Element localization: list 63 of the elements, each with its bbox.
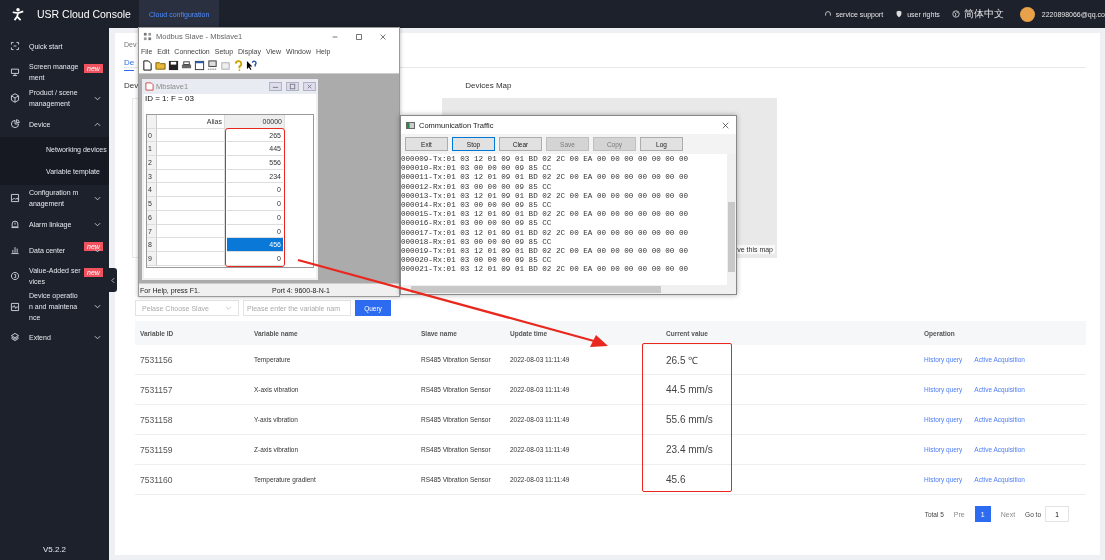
- alias-cell[interactable]: [157, 224, 225, 239]
- alias-cell[interactable]: [157, 251, 225, 266]
- cube-icon: [10, 93, 20, 103]
- alias-cell[interactable]: [157, 128, 225, 143]
- shield-icon: [895, 10, 904, 18]
- image-icon: [10, 193, 20, 203]
- monitor-icon: [10, 67, 20, 77]
- map-title: Devices Map: [465, 80, 512, 90]
- version-label: V5.2.2: [41, 545, 68, 554]
- alias-cell[interactable]: [157, 183, 225, 198]
- minimize-icon[interactable]: [269, 82, 282, 91]
- alarm-icon: [10, 219, 20, 229]
- globe-icon: [951, 10, 960, 18]
- app-title: USR Cloud Console: [37, 8, 131, 20]
- folder-icon[interactable]: [155, 60, 166, 71]
- header-link[interactable]: 简体中文: [963, 7, 1004, 21]
- table-cell-text: 44.5 mm/s: [665, 384, 714, 395]
- close-icon[interactable]: [303, 82, 316, 91]
- alias-cell[interactable]: [157, 238, 225, 252]
- grid-corner-cell: [147, 115, 157, 129]
- table-cell-text: 7531157: [139, 384, 174, 395]
- section-label: Dev: [124, 80, 139, 90]
- document-icon: [145, 82, 154, 91]
- table-cell-text: 7531156: [139, 354, 174, 365]
- horizontal-scrollbar[interactable]: [401, 285, 736, 294]
- new-document-icon[interactable]: [142, 60, 153, 71]
- layers-icon: [10, 332, 20, 342]
- alias-cell[interactable]: [157, 197, 225, 211]
- alias-cell[interactable]: [157, 169, 225, 184]
- maximize-icon[interactable]: [355, 32, 363, 41]
- table-cell-text: 7531160: [139, 474, 174, 485]
- collapse-button[interactable]: [109, 268, 117, 292]
- bar-chart-icon: [10, 245, 20, 255]
- coin-icon: [10, 271, 20, 281]
- table-cell-text: 55.6 mm/s: [665, 414, 714, 425]
- table-cell-text: 45.6: [665, 474, 687, 485]
- slave-id-label: ID = 1: F = 03: [144, 94, 195, 105]
- close-icon[interactable]: [379, 32, 387, 41]
- frame-icon: [10, 41, 20, 51]
- page-tab[interactable]: De: [124, 58, 135, 71]
- context-help-icon[interactable]: [246, 60, 257, 71]
- pie-chart-icon: [10, 119, 20, 129]
- avatar-icon[interactable]: [1019, 6, 1035, 22]
- monitor-icon[interactable]: [207, 60, 218, 71]
- alias-cell[interactable]: [157, 210, 225, 225]
- chevron-left-icon: [111, 276, 115, 284]
- table-cell-text: 26.5 ℃: [665, 353, 700, 367]
- chevron-down-icon: [225, 306, 232, 310]
- table-cell-text: 7531159: [139, 444, 174, 455]
- printer-icon[interactable]: [181, 60, 192, 71]
- running-figure-logo-icon: [11, 7, 25, 21]
- window-icon: [406, 121, 415, 129]
- table-cell-text: 7531158: [139, 414, 174, 425]
- pulse-icon: [10, 301, 20, 312]
- alias-cell[interactable]: [157, 156, 225, 170]
- save-icon[interactable]: [168, 60, 179, 71]
- table-cell-text: 23.4 mm/s: [665, 444, 714, 455]
- headset-icon: [823, 10, 832, 18]
- app-icon: [143, 32, 152, 41]
- close-icon[interactable]: [722, 121, 729, 129]
- restore-icon[interactable]: [286, 82, 299, 91]
- window-icon[interactable]: [194, 60, 205, 71]
- alias-cell[interactable]: [157, 142, 225, 157]
